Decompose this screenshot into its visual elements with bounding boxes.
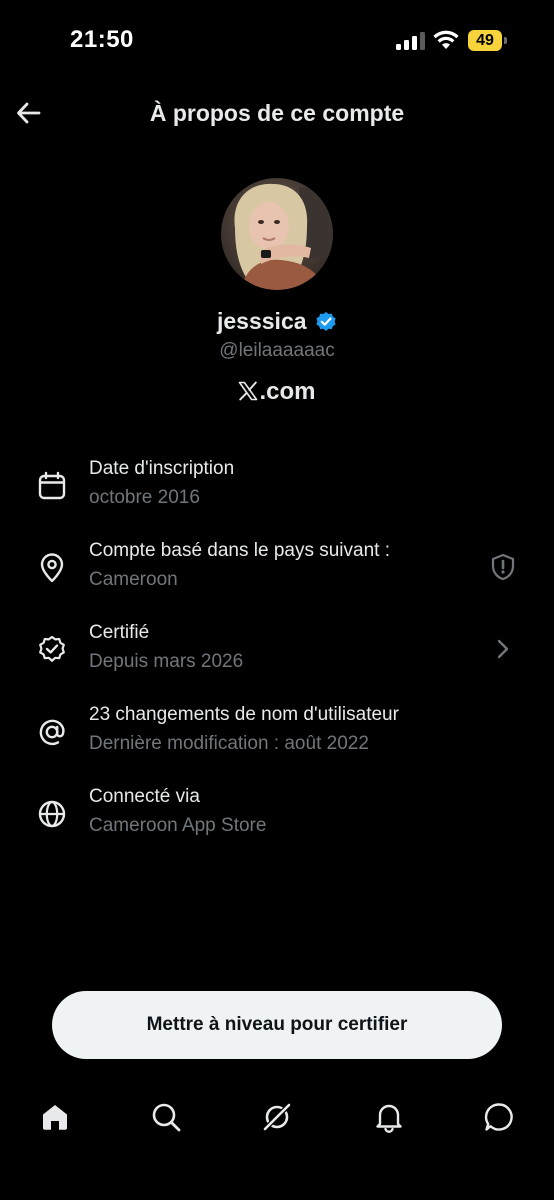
cellular-signal-icon (396, 32, 425, 50)
battery-indicator: 49 (468, 30, 508, 51)
grok-icon[interactable] (260, 1100, 294, 1134)
location-pin-icon (40, 553, 64, 583)
row-title: Date d'inscription (89, 458, 235, 479)
x-logo-icon (239, 381, 258, 401)
row-title: 23 changements de nom d'utilisateur (89, 704, 399, 725)
info-row-username-changes: 23 changements de nom d'utilisateur Dern… (0, 704, 554, 766)
calendar-icon (38, 471, 66, 500)
search-icon[interactable] (149, 1100, 183, 1134)
home-icon[interactable] (38, 1100, 72, 1134)
battery-level: 49 (468, 30, 502, 51)
row-subtitle: Depuis mars 2026 (89, 651, 244, 672)
verified-badge-outline-icon (39, 635, 65, 662)
status-bar: 21:50 49 (0, 0, 554, 80)
site-text: .com (259, 378, 316, 405)
messages-icon[interactable] (482, 1100, 516, 1134)
row-title: Compte basé dans le pays suivant : (89, 540, 391, 561)
display-name-row: jesssica (0, 308, 554, 335)
row-subtitle: Cameroon App Store (89, 815, 267, 836)
row-subtitle: Cameroon (89, 569, 178, 590)
avatar-image (221, 178, 333, 290)
wifi-icon (433, 30, 459, 49)
info-row-verified[interactable]: Certifié Depuis mars 2026 (0, 622, 554, 684)
user-handle: @leilaaaaaac (219, 340, 335, 361)
page-title: À propos de ce compte (149, 100, 405, 126)
chevron-right-icon[interactable] (488, 634, 518, 664)
globe-icon (38, 800, 66, 828)
bell-icon[interactable] (372, 1100, 406, 1134)
info-row-country: Compte basé dans le pays suivant : Camer… (0, 540, 554, 602)
row-title: Connecté via (89, 786, 200, 807)
row-subtitle: octobre 2016 (89, 487, 200, 508)
avatar[interactable] (221, 178, 333, 290)
info-row-connected-via: Connecté via Cameroon App Store (0, 786, 554, 848)
status-time: 21:50 (70, 26, 134, 53)
upgrade-to-verify-button[interactable]: Mettre à niveau pour certifier (52, 991, 502, 1059)
row-title: Certifié (89, 622, 150, 643)
at-sign-icon (39, 719, 65, 746)
header: À propos de ce compte (0, 88, 554, 142)
info-row-join-date: Date d'inscription octobre 2016 (0, 458, 554, 520)
row-subtitle: Dernière modification : août 2022 (89, 733, 369, 754)
shield-info-icon[interactable] (488, 552, 518, 582)
display-name: jesssica (217, 308, 307, 334)
battery-cap (504, 37, 507, 44)
bottom-nav (0, 1088, 554, 1148)
site-label: .com (0, 378, 554, 406)
verified-badge-icon (316, 311, 336, 331)
